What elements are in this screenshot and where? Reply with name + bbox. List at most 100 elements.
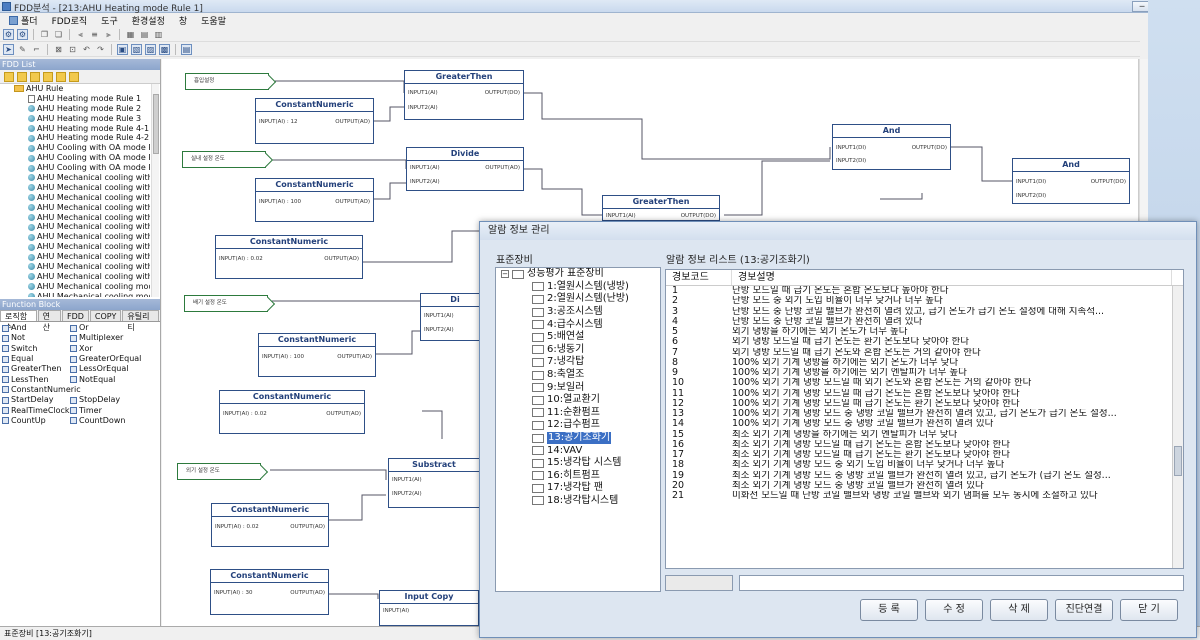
block-constant-numeric[interactable]: ConstantNumeric INPUT(AI) : 100 OUTPUT(A… [255,178,374,222]
edit-button[interactable]: 수 정 [925,599,983,621]
open-folder-icon[interactable] [17,71,27,82]
function-item[interactable]: GreaterOrEqual [70,354,150,364]
tab-fdd[interactable]: FDD [62,310,89,321]
tree-item[interactable]: AHU Mechanical cooling with [14,173,150,183]
equipment-item[interactable]: 13:공기조화기 [496,432,660,445]
block-and[interactable]: And INPUT1(DI) INPUT2(DI) OUTPUT(DO) [832,124,951,170]
tree-item[interactable]: AHU Heating mode Rule 3 [14,114,150,124]
scroll-thumb[interactable] [1174,446,1182,476]
block-substract[interactable]: Substract INPUT1(AI) INPUT2(AI) [388,458,480,508]
tree-item[interactable]: AHU Mechanical cooling with [14,203,150,213]
tree-item[interactable]: AHU Cooling with OA mode Rule [14,153,150,163]
table-row[interactable]: 12 100% 외기 기계 냉방 모드일 때 급기 온도는 환기 온도보다 낮아야… [666,398,1183,409]
tab-logic[interactable]: 로직함수 [0,310,37,332]
tree-item[interactable]: AHU Mechanical cooling with [14,272,150,282]
align-left-icon[interactable]: ⫷ [75,29,86,40]
function-item[interactable]: LessThen [2,374,70,384]
tree-item[interactable]: AHU Mechanical cooling with [14,222,150,232]
table-row[interactable]: 3 난방 모드 중 난방 코일 밸브가 완전히 열려 있고, 급기 온도가 급기 … [666,306,1183,317]
function-item[interactable]: Multiplexer [70,333,150,343]
tree-item[interactable]: AHU Mechanical cooling with [14,183,150,193]
menu-fdd-logic[interactable]: FDD로직 [45,14,95,27]
tree-folder[interactable]: AHU Rule [14,84,150,94]
table-row[interactable]: 4 난방 모드 중 난방 코일 밸브가 완전히 열려 있다 [666,316,1183,327]
alarm-desc-field[interactable] [739,575,1184,591]
table-row[interactable]: 21 미화전 모드일 때 난방 코일 밸브와 냉방 코일 밸브와 외기 댐퍼를 모… [666,490,1183,501]
properties-icon[interactable]: ▤ [181,44,192,55]
new-folder-icon[interactable] [4,71,14,82]
function-item[interactable]: And [2,323,70,333]
tree-item[interactable]: AHU Mechanical cooling with [14,252,150,262]
block-constant-numeric[interactable]: ConstantNumeric INPUT(AI) : 12 OUTPUT(AO… [255,98,374,144]
tab-utility[interactable]: 유틸리티 [122,310,159,332]
table-row[interactable]: 13 100% 외기 기계 냉방 모드 중 냉방 코일 밸브가 완전히 열려 있고… [666,408,1183,419]
column-alarm-desc[interactable]: 경보설명 [732,270,1172,285]
diagnosis-link-button[interactable]: 진단연결 [1055,599,1113,621]
size-icon[interactable]: ▤ [139,29,150,40]
equipment-item[interactable]: 5:배연설 [496,331,660,344]
disconnect-icon[interactable]: ⚙ [17,29,28,40]
redo-icon[interactable]: ↷ [95,44,106,55]
function-item[interactable]: Timer [70,405,150,415]
collapse-icon[interactable]: − [501,270,509,279]
fit-icon[interactable]: ▨ [145,44,156,55]
table-row[interactable]: 20 최소 외기 기계 냉방 모드 중 냉방 코일 밸브가 완전히 열려 있다 [666,480,1183,491]
table-row[interactable]: 9 100% 외기 기계 냉방을 하기에는 외기 엔탈피가 너무 높다 [666,367,1183,378]
menu-help[interactable]: 도움말 [194,14,233,27]
block-greater-then[interactable]: GreaterThen INPUT1(AI) OUTPUT(DO) [602,195,720,221]
equipment-item[interactable]: 16:히트펌프 [496,470,660,483]
tree-item[interactable]: AHU Mechanical cooling mod [14,292,150,297]
equipment-item[interactable]: 3:공조시스템 [496,306,660,319]
table-row[interactable]: 10 100% 외기 기계 냉방 모드일 때 외기 온도와 혼합 온도는 거의 같… [666,378,1183,388]
function-item[interactable]: Switch [2,344,70,354]
menu-window[interactable]: 창 [172,14,194,27]
equipment-item[interactable]: 12:급수펌프 [496,419,660,432]
tree-item[interactable]: AHU Heating mode Rule 4-2 [14,133,150,143]
equipment-item[interactable]: 7:냉각탑 [496,356,660,369]
table-row[interactable]: 8 100% 외기 기계 냉방을 하기에는 외기 온도가 너무 낮다 [666,357,1183,368]
function-item[interactable]: CountDown [70,416,150,426]
equipment-item[interactable]: 14:VAV [496,444,660,457]
function-item[interactable]: LessOrEqual [70,364,150,374]
equipment-item[interactable]: 10:열교환기 [496,394,660,407]
input-label-outdoor-temp[interactable]: 외기 설정 온도 [177,463,261,480]
tab-copy[interactable]: COPY [89,310,122,321]
table-row[interactable]: 18 최소 외기 기계 냉방 모드 중 외기 도입 비율이 너무 낮거나 너무 높… [666,460,1183,470]
connector-icon[interactable]: ⌐ [31,44,42,55]
export-icon[interactable] [69,71,79,82]
table-row[interactable]: 6 외기 냉방 모드일 때 급기 온도는 환기 온도보다 낮아야 한다 [666,337,1183,347]
block-constant-numeric[interactable]: ConstantNumeric INPUT(AI) : 30 OUTPUT(AO… [210,569,329,615]
tree-item[interactable]: AHU Mechanical cooling with [14,262,150,272]
layer-icon[interactable]: ▩ [159,44,170,55]
menu-tools[interactable]: 도구 [94,14,125,27]
scroll-thumb[interactable] [153,94,159,154]
function-item[interactable]: ConstantNumeric [2,385,81,395]
equipment-tree-root[interactable]: − 성능평가 표준장비 [496,268,660,281]
table-row[interactable]: 1 난방 모드일 때 급기 온도는 혼합 온도보다 높아야 한다 [666,285,1183,296]
align-center-icon[interactable]: ≡ [89,29,100,40]
delete-button[interactable]: 삭 제 [990,599,1048,621]
table-row[interactable]: 19 최소 외기 기계 냉방 모드 중 냉방 코일 밸브가 완전히 열려 있고, … [666,470,1183,481]
block-greater-then[interactable]: GreaterThen INPUT1(AI) INPUT2(AI) OUTPUT… [404,70,524,120]
grid-icon[interactable]: ▦ [125,29,136,40]
save-icon[interactable]: ▣ [117,44,128,55]
add-rule-icon[interactable] [30,71,40,82]
function-item[interactable]: Or [70,323,150,333]
block-constant-numeric[interactable]: ConstantNumeric INPUT(AI) : 0.02 OUTPUT(… [211,503,329,547]
table-row[interactable]: 5 외기 냉방을 하기에는 외기 온도가 너무 높다 [666,326,1183,337]
equipment-item[interactable]: 4:급수시스템 [496,318,660,331]
tree-item[interactable]: AHU Heating mode Rule 1 [14,94,150,104]
tree-item[interactable]: AHU Cooling with OA mode Rule [14,163,150,173]
function-item[interactable]: StartDelay [2,395,70,405]
copy-icon[interactable]: ❐ [39,29,50,40]
tab-operation[interactable]: 연산 [37,310,61,332]
menu-folder[interactable]: 폴더 [2,14,45,27]
tree-item[interactable]: AHU Mechanical cooling with [14,242,150,252]
paste-icon[interactable]: ❏ [53,29,64,40]
column-alarm-code[interactable]: 경보코드 [666,270,732,285]
table-row[interactable]: 17 최소 외기 기계 냉방 모드일 때 급기 온도는 환기 온도보다 낮아야 한… [666,449,1183,460]
block-constant-numeric[interactable]: ConstantNumeric INPUT(AI) : 0.02 OUTPUT(… [219,390,365,434]
table-row[interactable]: 11 100% 외기 기계 냉방 모드일 때 급기 온도는 혼합 온도보다 낮아야… [666,388,1183,399]
align-right-icon[interactable]: ⫸ [103,29,114,40]
block-and[interactable]: And INPUT1(DI) INPUT2(DI) OUTPUT(DO) [1012,158,1130,204]
